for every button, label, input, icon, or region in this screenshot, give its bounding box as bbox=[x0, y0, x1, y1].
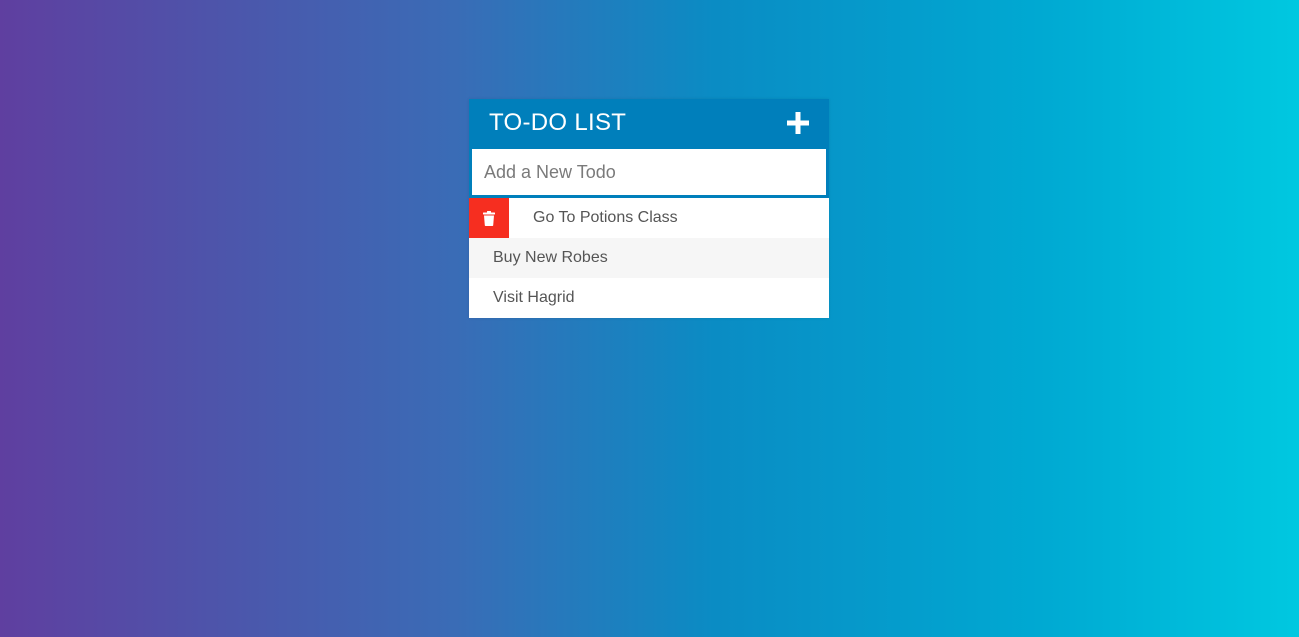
new-todo-input[interactable] bbox=[472, 149, 826, 195]
todo-text: Go To Potions Class bbox=[533, 209, 678, 226]
todo-app: TO-DO LIST Go To Potions Class Buy New R… bbox=[469, 99, 829, 318]
app-title: TO-DO LIST bbox=[489, 109, 627, 136]
todo-item[interactable]: Go To Potions Class bbox=[469, 198, 829, 238]
todo-item[interactable]: Visit Hagrid bbox=[469, 278, 829, 318]
delete-button[interactable] bbox=[469, 198, 509, 238]
todo-header: TO-DO LIST bbox=[469, 99, 829, 147]
plus-icon[interactable] bbox=[787, 112, 809, 134]
trash-icon bbox=[483, 210, 495, 226]
todo-text: Buy New Robes bbox=[493, 249, 608, 266]
todo-text: Visit Hagrid bbox=[493, 289, 575, 306]
input-wrapper bbox=[469, 147, 829, 198]
todo-list: Go To Potions Class Buy New Robes Visit … bbox=[469, 198, 829, 318]
todo-item[interactable]: Buy New Robes bbox=[469, 238, 829, 278]
